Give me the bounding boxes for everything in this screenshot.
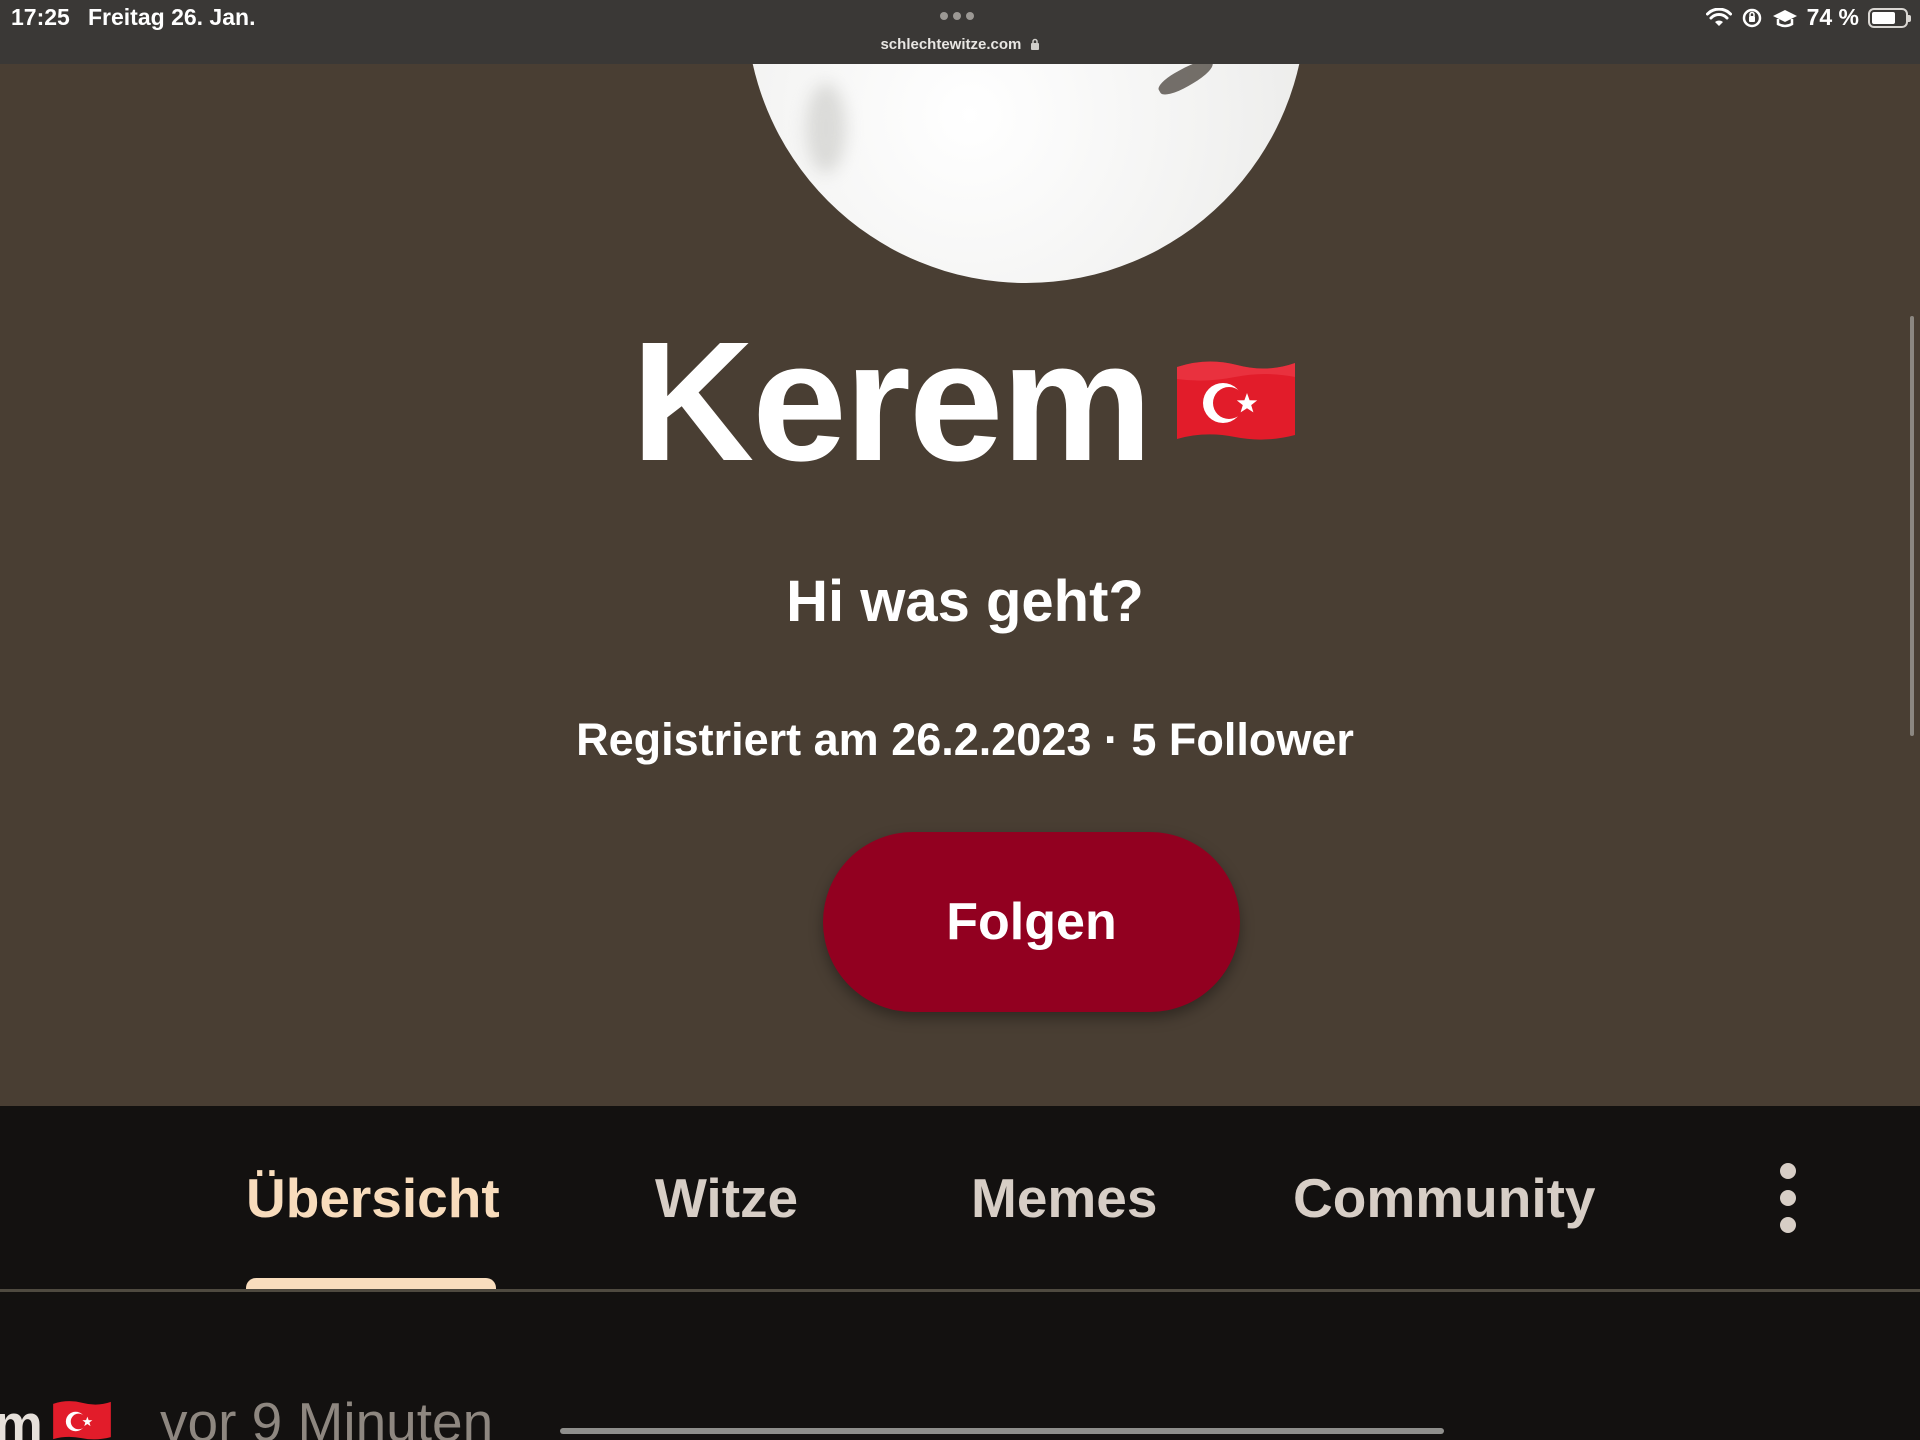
horizontal-scrollbar[interactable] bbox=[560, 1428, 1444, 1434]
profile-meta: Registriert am 26.2.2023 · 5 Follower bbox=[576, 714, 1354, 765]
active-tab-indicator bbox=[246, 1278, 496, 1289]
orientation-lock-icon bbox=[1741, 7, 1763, 29]
tab-uebersicht[interactable]: Übersicht bbox=[246, 1166, 500, 1230]
turkey-flag-icon bbox=[1173, 357, 1299, 447]
profile-bio: Hi was geht? bbox=[786, 569, 1144, 634]
tab-memes[interactable]: Memes bbox=[971, 1166, 1157, 1230]
status-right: 74 % bbox=[1705, 4, 1911, 31]
wifi-icon bbox=[1705, 7, 1732, 28]
tab-witze[interactable]: Witze bbox=[655, 1166, 798, 1230]
graduation-cap-icon bbox=[1772, 7, 1798, 29]
status-bar: 17:25 Freitag 26. Jan. schlechtewitze.co… bbox=[0, 0, 1920, 64]
status-date: Freitag 26. Jan. bbox=[88, 4, 256, 30]
profile-name: Kerem bbox=[631, 307, 1152, 497]
post-author-name: m bbox=[0, 1393, 43, 1440]
profile-tabs: Übersicht Witze Memes Community bbox=[0, 1106, 1920, 1292]
page: 17:25 Freitag 26. Jan. schlechtewitze.co… bbox=[0, 0, 1920, 1440]
feed: m vor 9 Minuten bbox=[0, 1292, 1920, 1440]
address-bar[interactable]: schlechtewitze.com bbox=[0, 36, 1920, 54]
follow-button[interactable]: Folgen bbox=[823, 832, 1240, 1012]
vertical-scrollbar[interactable] bbox=[1910, 316, 1914, 736]
multitasking-dots-icon[interactable] bbox=[940, 12, 974, 20]
profile-header: Kerem Hi was geht? Registriert am 26.2.2… bbox=[0, 64, 1920, 1106]
url-text: schlechtewitze.com bbox=[880, 36, 1022, 53]
battery-level bbox=[1872, 11, 1895, 24]
more-options-icon[interactable] bbox=[1769, 1163, 1807, 1233]
profile-name-row: Kerem bbox=[0, 317, 1920, 487]
tab-community[interactable]: Community bbox=[1293, 1166, 1596, 1230]
post-author[interactable]: m bbox=[0, 1392, 113, 1440]
battery-percent: 74 % bbox=[1806, 4, 1859, 30]
status-time: 17:25 bbox=[11, 4, 70, 30]
battery-icon bbox=[1868, 7, 1911, 28]
post-timestamp: vor 9 Minuten bbox=[160, 1391, 494, 1440]
turkey-flag-icon bbox=[51, 1392, 113, 1440]
avatar[interactable] bbox=[746, 64, 1306, 283]
lock-icon bbox=[1030, 37, 1040, 54]
